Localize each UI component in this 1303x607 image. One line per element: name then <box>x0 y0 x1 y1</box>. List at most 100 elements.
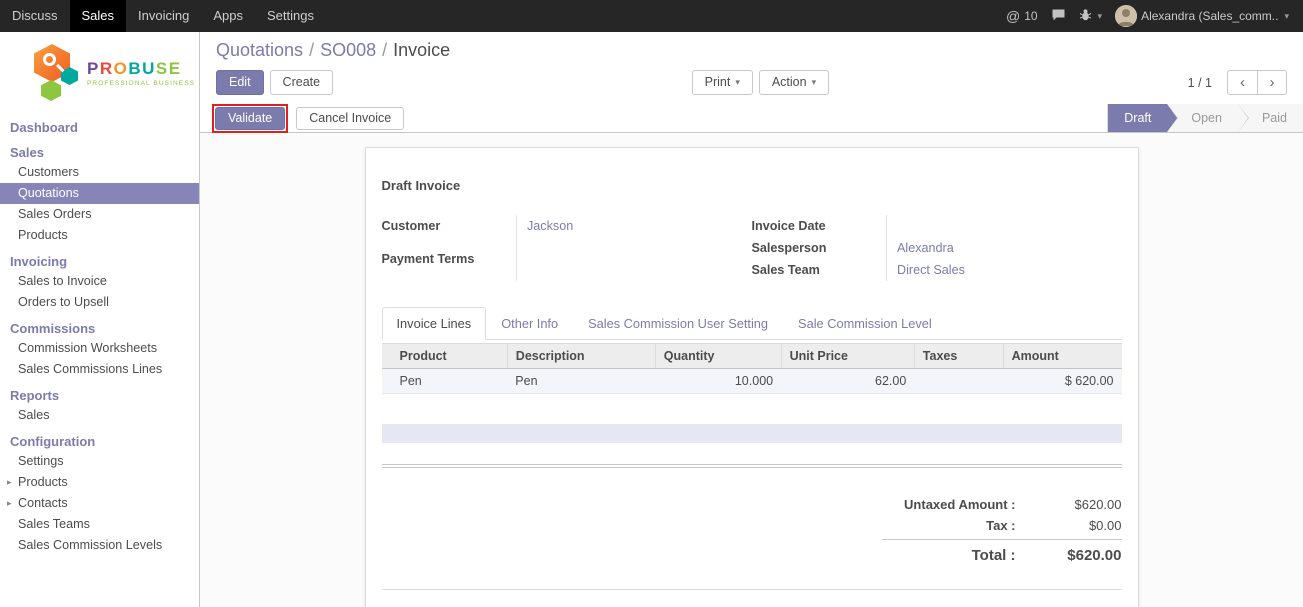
messages-indicator[interactable]: @ 10 <box>1006 8 1038 24</box>
sidebar-item-products[interactable]: Products▸ <box>0 472 199 493</box>
pager-buttons: ‹ › <box>1227 70 1287 95</box>
main: Quotations/SO008/Invoice Edit Create Pri… <box>200 32 1303 607</box>
sidebar-section-reports: ReportsSales <box>0 386 199 426</box>
sidebar-items-invoicing: Sales to InvoiceOrders to Upsell <box>0 271 199 313</box>
chat-button[interactable] <box>1051 8 1066 25</box>
sidebar-heading-configuration[interactable]: Configuration <box>0 432 199 451</box>
sidebar-item-contacts[interactable]: Contacts▸ <box>0 493 199 514</box>
sidebar-item-sales-to-invoice[interactable]: Sales to Invoice <box>0 271 199 292</box>
total-tax: Tax :$0.00 <box>882 515 1122 536</box>
topbar-menu-list: DiscussSalesInvoicingAppsSettings <box>0 0 326 32</box>
field-value-customer[interactable]: Jackson <box>517 215 752 248</box>
action-label: Action <box>772 75 807 90</box>
total-value: $620.00 <box>1030 547 1122 564</box>
column-header-description[interactable]: Description <box>507 344 655 369</box>
fields-right: Invoice DateSalespersonAlexandraSales Te… <box>752 215 1122 281</box>
sidebar-item-sales-orders[interactable]: Sales Orders <box>0 204 199 225</box>
logo-tagline: PROFESSIONAL BUSINESS <box>87 80 195 87</box>
user-name: Alexandra (Sales_comm.. <box>1141 9 1278 23</box>
control-buttons-center: Print ▾ Action ▾ <box>692 70 830 95</box>
column-header-quantity[interactable]: Quantity <box>655 344 781 369</box>
control-buttons-row: Edit Create Print ▾ Action ▾ 1 / 1 ‹ › <box>216 70 1287 95</box>
sidebar-heading-reports[interactable]: Reports <box>0 386 199 405</box>
chevron-down-icon: ▾ <box>812 75 817 90</box>
expand-caret-icon[interactable]: ▸ <box>7 497 12 510</box>
validate-button[interactable]: Validate <box>215 107 285 130</box>
sidebar-item-sales-commissions-lines[interactable]: Sales Commissions Lines <box>0 359 199 380</box>
action-menu-button[interactable]: Action ▾ <box>759 70 829 95</box>
pager-next-button[interactable]: › <box>1257 70 1287 95</box>
magnifier-icon <box>43 53 56 66</box>
expand-caret-icon[interactable]: ▸ <box>7 476 12 489</box>
topbar: DiscussSalesInvoicingAppsSettings @ 10 ▾ <box>0 0 1303 32</box>
topbar-menu-invoicing[interactable]: Invoicing <box>126 0 201 32</box>
field-label-customer: Customer <box>382 215 517 248</box>
section-separator <box>382 464 1122 468</box>
sidebar-item-customers[interactable]: Customers <box>0 162 199 183</box>
app-logo[interactable]: PROBUSE PROFESSIONAL BUSINESS <box>0 32 199 112</box>
breadcrumb-quotations[interactable]: Quotations <box>216 40 303 60</box>
logo-hex-green <box>41 80 61 101</box>
totals: Untaxed Amount :$620.00Tax :$0.00Total :… <box>382 494 1122 567</box>
cancel-invoice-button[interactable]: Cancel Invoice <box>296 107 404 130</box>
sidebar-items-commissions: Commission WorksheetsSales Commissions L… <box>0 338 199 380</box>
debug-menu-button[interactable]: ▾ <box>1079 8 1103 24</box>
sidebar-items-sales: CustomersQuotationsSales OrdersProducts <box>0 162 199 246</box>
sidebar-heading-commissions[interactable]: Commissions <box>0 319 199 338</box>
sidebar-item-products[interactable]: Products <box>0 225 199 246</box>
lines-body: PenPen10.00062.00$ 620.00 <box>382 369 1122 394</box>
sidebar-item-orders-to-upsell[interactable]: Orders to Upsell <box>0 292 199 313</box>
sidebar-item-commission-worksheets[interactable]: Commission Worksheets <box>0 338 199 359</box>
cell-product: Pen <box>382 369 508 394</box>
statusbar-states: DraftOpenPaid <box>1107 104 1303 132</box>
invoice-lines-table: ProductDescriptionQuantityUnit PriceTaxe… <box>382 343 1122 394</box>
empty-line-band[interactable] <box>382 424 1122 443</box>
sheet-bottom-divider <box>382 589 1122 590</box>
sidebar-heading-sales[interactable]: Sales <box>0 143 199 162</box>
column-header-taxes[interactable]: Taxes <box>914 344 1003 369</box>
sidebar-heading-dashboard[interactable]: Dashboard <box>0 118 199 137</box>
create-button[interactable]: Create <box>270 70 334 95</box>
field-label-sales-team: Sales Team <box>752 259 887 281</box>
pager-counter: 1 / 1 <box>1188 76 1212 90</box>
column-header-product[interactable]: Product <box>382 344 508 369</box>
state-draft[interactable]: Draft <box>1108 104 1167 132</box>
field-value-sales-team[interactable]: Direct Sales <box>887 259 1122 281</box>
field-row-payment-terms: Payment Terms <box>382 248 752 281</box>
field-row-invoice-date: Invoice Date <box>752 215 1122 237</box>
field-label-salesperson: Salesperson <box>752 237 887 259</box>
column-header-amount[interactable]: Amount <box>1003 344 1121 369</box>
user-menu[interactable]: Alexandra (Sales_comm.. ▾ <box>1115 5 1289 27</box>
column-header-unit-price[interactable]: Unit Price <box>781 344 914 369</box>
sidebar-item-sales[interactable]: Sales <box>0 405 199 426</box>
invoice-line-row[interactable]: PenPen10.00062.00$ 620.00 <box>382 369 1122 394</box>
tab-sales-commission-user-setting[interactable]: Sales Commission User Setting <box>573 307 783 339</box>
sidebar-section-sales: SalesCustomersQuotationsSales OrdersProd… <box>0 143 199 246</box>
topbar-menu-settings[interactable]: Settings <box>255 0 326 32</box>
notebook-tabs: Invoice LinesOther InfoSales Commission … <box>382 307 1122 340</box>
sidebar-item-settings[interactable]: Settings <box>0 451 199 472</box>
print-menu-button[interactable]: Print ▾ <box>692 70 753 95</box>
control-panel: Quotations/SO008/Invoice Edit Create Pri… <box>200 32 1303 104</box>
logo-letter: R <box>100 59 114 78</box>
field-value-salesperson[interactable]: Alexandra <box>887 237 1122 259</box>
sidebar-heading-invoicing[interactable]: Invoicing <box>0 252 199 271</box>
breadcrumb-so008[interactable]: SO008 <box>320 40 376 60</box>
sidebar-item-sales-teams[interactable]: Sales Teams <box>0 514 199 535</box>
field-groups: CustomerJacksonPayment Terms Invoice Dat… <box>382 215 1122 281</box>
cell-amount: $ 620.00 <box>1003 369 1121 394</box>
pager-previous-button[interactable]: ‹ <box>1227 70 1257 95</box>
statusbar: Validate Cancel Invoice DraftOpenPaid <box>200 104 1303 133</box>
topbar-menu-sales[interactable]: Sales <box>70 0 127 32</box>
tab-invoice-lines[interactable]: Invoice Lines <box>382 307 487 340</box>
tab-other-info[interactable]: Other Info <box>486 307 573 339</box>
total-label: Untaxed Amount : <box>882 497 1030 512</box>
topbar-menu-apps[interactable]: Apps <box>201 0 255 32</box>
edit-button[interactable]: Edit <box>216 70 264 95</box>
topbar-menu-discuss[interactable]: Discuss <box>0 0 70 32</box>
sidebar-item-quotations[interactable]: Quotations <box>0 183 199 204</box>
sidebar-item-sales-commission-levels[interactable]: Sales Commission Levels <box>0 535 199 556</box>
breadcrumb: Quotations/SO008/Invoice <box>216 40 1287 61</box>
tab-sale-commission-level[interactable]: Sale Commission Level <box>783 307 947 339</box>
field-row-salesperson: SalespersonAlexandra <box>752 237 1122 259</box>
